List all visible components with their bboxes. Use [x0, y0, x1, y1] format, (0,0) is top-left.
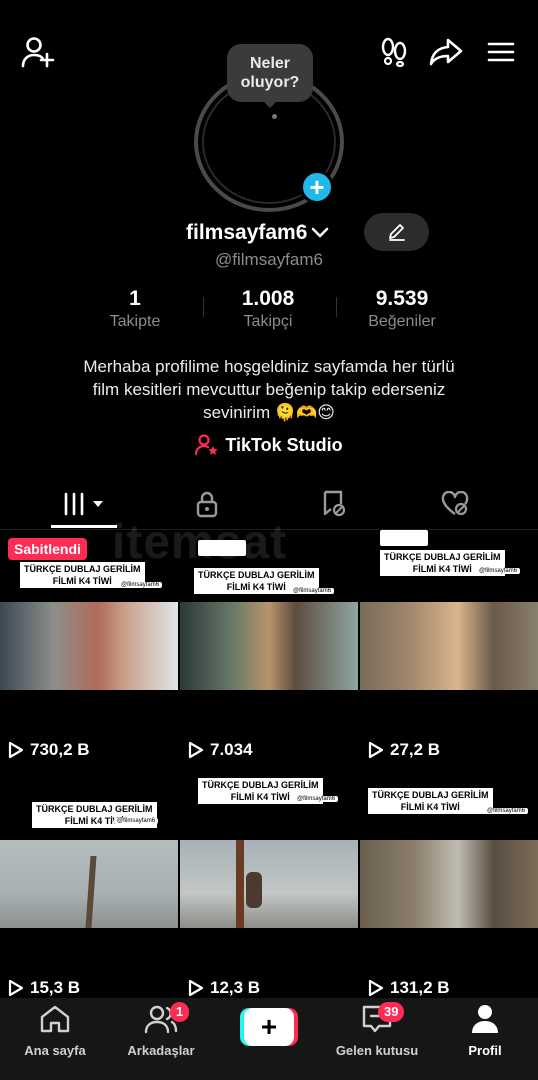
handle: @filmsayfam6: [215, 250, 323, 269]
note-bubble[interactable]: Neler oluyor?: [227, 44, 313, 102]
active-tab-underline: [51, 525, 117, 528]
stat-following[interactable]: 1 Takipte: [70, 287, 200, 331]
chevron-down-icon: [311, 227, 329, 239]
video-scene-figure: [246, 872, 262, 908]
view-count: 27,2 B: [368, 740, 440, 760]
tab-private[interactable]: [152, 480, 262, 528]
video-caption: TÜRKÇE DUBLAJ GERİLİM FİLMİ K4 TİWİ: [368, 788, 493, 814]
video-caption: TÜRKÇE DUBLAJ GERİLİM FİLMİ K4 TİWİ: [32, 802, 157, 828]
video-thumbnail[interactable]: TÜRKÇE DUBLAJ GERİLİM FİLMİ K4 TİWİ @film…: [180, 768, 358, 1004]
view-count: 12,3 B: [188, 978, 260, 998]
video-scene: [360, 840, 538, 928]
tiktok-studio-link[interactable]: TikTok Studio: [0, 434, 538, 456]
bio-line: sevinirim 🫠🫶😊: [203, 403, 335, 422]
video-thumbnail[interactable]: TÜRKÇE DUBLAJ GERİLİM FİLMİ K4 TİWİ @film…: [180, 530, 358, 766]
nav-friends[interactable]: Arkadaşlar 1: [106, 1002, 216, 1058]
video-tag: @filmsayfam6: [484, 808, 529, 814]
create-button[interactable]: +: [240, 1008, 298, 1046]
play-icon: [188, 979, 204, 997]
profile-icon: [472, 1005, 498, 1033]
video-tag: @filmsayfam6: [476, 568, 521, 574]
video-tag: @filmsayfam6: [290, 588, 335, 594]
note-bubble-dot: [272, 114, 277, 119]
friends-badge: 1: [170, 1002, 190, 1022]
pinned-badge: Sabitlendi: [8, 538, 87, 560]
share-icon[interactable]: [426, 34, 466, 70]
stats: 1 Takipte 1.008 Takipçi 9.539 Beğeniler: [0, 287, 538, 337]
stat-divider: [203, 297, 204, 317]
home-icon: [40, 1005, 70, 1033]
videos-grid-icon: [64, 492, 103, 516]
liked-icon: [441, 491, 469, 516]
comment-reply-box: [380, 530, 428, 546]
reposts-icon: [323, 490, 346, 517]
pencil-icon: [388, 224, 405, 241]
play-icon: [8, 979, 24, 997]
inbox-badge: 39: [378, 1002, 405, 1022]
video-thumbnail[interactable]: TÜRKÇE DUBLAJ GERİLİM FİLMİ K4 TİWİ @film…: [360, 768, 538, 1004]
bio: Merhaba profilime hoşgeldiniz sayfamda h…: [30, 355, 508, 424]
footsteps-icon[interactable]: [376, 34, 412, 70]
tab-videos[interactable]: [29, 480, 139, 528]
create-plus-icon: +: [244, 1008, 294, 1046]
username-row[interactable]: filmsayfam6: [186, 218, 329, 248]
play-icon: [368, 979, 384, 997]
view-count: 131,2 B: [368, 978, 450, 998]
view-count: 7.034: [188, 740, 253, 760]
bottom-nav: Ana sayfa Arkadaşlar 1 + Gelen kutusu 39…: [0, 998, 538, 1080]
nav-inbox[interactable]: Gelen kutusu 39: [322, 1002, 432, 1058]
add-story-plus-icon[interactable]: +: [300, 170, 334, 204]
menu-icon[interactable]: [482, 34, 520, 70]
video-thumbnail[interactable]: TÜRKÇE DUBLAJ GERİLİM FİLMİ K4 TİWİ @film…: [0, 530, 178, 766]
stat-likes-value: 9.539: [375, 287, 429, 310]
stat-likes[interactable]: 9.539 Beğeniler: [337, 287, 467, 331]
studio-user-star-icon: [195, 434, 219, 456]
nav-profile[interactable]: Profil: [430, 1004, 538, 1058]
nav-friends-label: Arkadaşlar: [127, 1043, 195, 1058]
stat-followers-value: 1.008: [241, 287, 295, 310]
edit-profile-button[interactable]: [364, 213, 429, 251]
lock-icon: [196, 491, 218, 518]
video-tag: @filmsayfam6: [294, 796, 339, 802]
comment-reply-box: [198, 540, 246, 556]
video-tag: @filmsayfam6: [118, 582, 163, 588]
stat-following-label: Takipte: [109, 313, 161, 330]
view-count: 15,3 B: [8, 978, 80, 998]
stat-likes-label: Beğeniler: [368, 313, 436, 330]
stat-followers[interactable]: 1.008 Takipçi: [203, 287, 333, 331]
content-tabs: [0, 480, 538, 530]
nav-home-label: Ana sayfa: [24, 1043, 86, 1058]
tab-reposts[interactable]: [279, 480, 389, 528]
username: filmsayfam6: [186, 221, 308, 244]
studio-label: TikTok Studio: [225, 434, 343, 455]
play-icon: [8, 741, 24, 759]
stat-divider: [336, 297, 337, 317]
video-tag: @filmsayfam6: [114, 818, 159, 824]
add-friend-icon[interactable]: [18, 34, 58, 70]
video-thumbnail[interactable]: TÜRKÇE DUBLAJ GERİLİM FİLMİ K4 TİWİ @film…: [0, 768, 178, 1004]
nav-profile-label: Profil: [468, 1043, 502, 1058]
stat-followers-label: Takipçi: [243, 313, 293, 330]
note-bubble-tail: [262, 100, 278, 108]
video-scene: [180, 840, 358, 928]
play-icon: [368, 741, 384, 759]
stat-following-value: 1: [129, 287, 141, 310]
video-thumbnail[interactable]: TÜRKÇE DUBLAJ GERİLİM FİLMİ K4 TİWİ @film…: [360, 530, 538, 766]
view-count: 730,2 B: [8, 740, 90, 760]
play-icon: [188, 741, 204, 759]
bio-line: Merhaba profilime hoşgeldiniz sayfamda h…: [83, 357, 455, 376]
video-scene: [180, 602, 358, 690]
video-scene: [0, 602, 178, 690]
nav-home[interactable]: Ana sayfa: [0, 1004, 110, 1058]
video-scene: [360, 602, 538, 690]
nav-inbox-label: Gelen kutusu: [335, 1043, 419, 1058]
video-scene-pole: [236, 840, 244, 928]
tab-liked[interactable]: [400, 480, 510, 528]
bio-line: film kesitleri mevcuttur beğenip takip e…: [92, 380, 446, 399]
